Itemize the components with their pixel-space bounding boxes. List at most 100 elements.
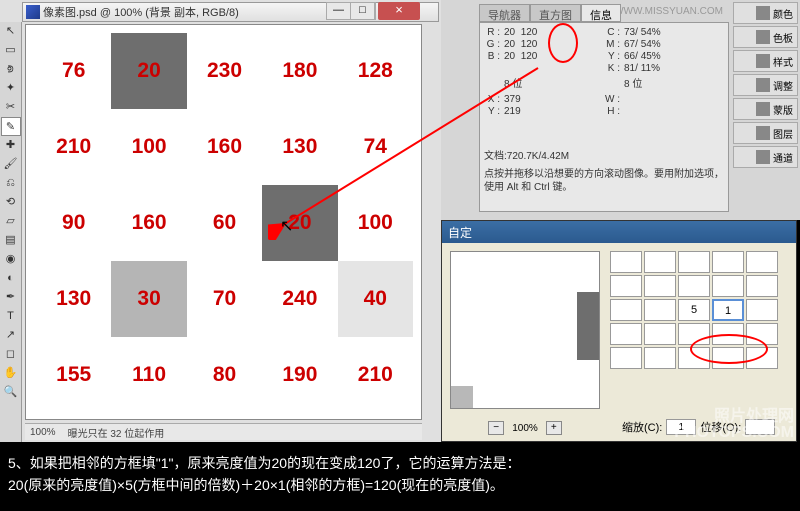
panel-颜色[interactable]: 颜色	[733, 2, 798, 24]
pixel-cell: 40	[338, 261, 413, 337]
marquee-tool[interactable]: ▭	[1, 41, 21, 60]
kernel-cell[interactable]	[712, 275, 744, 297]
info-panel: R :20 120 C :73/ 54% G :20 120 M :67/ 54…	[479, 22, 729, 212]
pixel-cell: 190	[262, 337, 337, 413]
pixel-cell: 230	[187, 33, 262, 109]
panel-图层[interactable]: 图层	[733, 122, 798, 144]
pixel-cell: 60	[187, 185, 262, 261]
filter-preview	[450, 251, 600, 409]
caption: 5、如果把相邻的方框填"1"，原来亮度值为20的现在变成120了，它的运算方法是…	[0, 442, 800, 511]
kernel-cell[interactable]	[678, 347, 710, 369]
heal-tool[interactable]: ✚	[1, 136, 21, 155]
panel-icon	[756, 126, 770, 140]
dodge-tool[interactable]: ◐	[1, 269, 21, 288]
kernel-cell[interactable]	[644, 251, 676, 273]
kernel-cell[interactable]: 5	[678, 299, 710, 321]
panel-色板[interactable]: 色板	[733, 26, 798, 48]
document-title-bar[interactable]: 像素图.psd @ 100% (背景 副本, RGB/8)	[22, 2, 439, 22]
history-brush[interactable]: ⟲	[1, 193, 21, 212]
kernel-cell[interactable]: 1	[712, 299, 744, 321]
doc-size: 文档:720.7K/4.42M	[484, 147, 724, 162]
document-title: 像素图.psd @ 100% (背景 副本, RGB/8)	[43, 4, 239, 20]
gradient-tool[interactable]: ▤	[1, 231, 21, 250]
watermark-bottom: 照片处理网PHOTOPS.COM	[674, 409, 794, 441]
shape-tool[interactable]: ◻	[1, 345, 21, 364]
kernel-cell[interactable]	[746, 275, 778, 297]
kernel-cell[interactable]	[678, 251, 710, 273]
kernel-cell[interactable]	[712, 323, 744, 345]
zoom-level: 100%	[30, 427, 56, 438]
lasso-tool[interactable]: ⟄	[1, 60, 21, 79]
pixel-cell: 110	[111, 337, 186, 413]
panel-icon	[756, 78, 770, 92]
pixel-cell: 180	[262, 33, 337, 109]
pixel-cell: 160	[111, 185, 186, 261]
kernel-matrix: 51	[610, 251, 778, 409]
tab-navigator[interactable]: 导航器	[479, 4, 530, 22]
tab-histogram[interactable]: 直方图	[530, 4, 581, 22]
panel-通道[interactable]: 通道	[733, 146, 798, 168]
kernel-cell[interactable]	[610, 323, 642, 345]
eraser-tool[interactable]: ▱	[1, 212, 21, 231]
pen-tool[interactable]: ✒	[1, 288, 21, 307]
kernel-cell[interactable]	[746, 251, 778, 273]
path-tool[interactable]: ↗	[1, 326, 21, 345]
panel-样式[interactable]: 样式	[733, 50, 798, 72]
pixel-cell: 30	[111, 261, 186, 337]
pixel-cell: 20	[111, 33, 186, 109]
kernel-cell[interactable]	[678, 275, 710, 297]
kernel-cell[interactable]	[712, 347, 744, 369]
kernel-cell[interactable]	[610, 299, 642, 321]
kernel-cell[interactable]	[746, 299, 778, 321]
hand-tool[interactable]: ✋	[1, 364, 21, 383]
panel-icon	[756, 150, 770, 164]
kernel-cell[interactable]	[678, 323, 710, 345]
kernel-cell[interactable]	[610, 347, 642, 369]
pixel-cell: 80	[187, 337, 262, 413]
close-button[interactable]: ×	[378, 2, 420, 20]
pixel-cell: 100	[111, 109, 186, 185]
scale-label: 缩放(C):	[622, 419, 662, 435]
eyedropper-tool[interactable]: ✎	[1, 117, 21, 136]
toolbox: ↖ ▭ ⟄ ✦ ✂ ✎ ✚ 🖌 ⎌ ⟲ ▱ ▤ ◉ ◐ ✒ T ↗ ◻ ✋ 🔍	[0, 22, 22, 442]
preview-zoom-controls: − 100% +	[450, 421, 600, 435]
kernel-cell[interactable]	[644, 275, 676, 297]
kernel-cell[interactable]	[644, 323, 676, 345]
pixel-cell: 240	[262, 261, 337, 337]
stamp-tool[interactable]: ⎌	[1, 174, 21, 193]
caption-line2: 20(原来的亮度值)×5(方框中间的倍数)＋20×1(相邻的方框)=120(现在…	[8, 474, 792, 496]
pixel-cell: 100	[338, 185, 413, 261]
zoom-out-button[interactable]: −	[488, 421, 504, 435]
window-minmax[interactable]: —□	[326, 2, 376, 20]
wand-tool[interactable]: ✦	[1, 79, 21, 98]
pixel-cell: 210	[338, 337, 413, 413]
brush-tool[interactable]: 🖌	[1, 155, 21, 174]
caption-line1: 5、如果把相邻的方框填"1"，原来亮度值为20的现在变成120了，它的运算方法是…	[8, 452, 792, 474]
crop-tool[interactable]: ✂	[1, 98, 21, 117]
pixel-cell: 74	[338, 109, 413, 185]
kernel-cell[interactable]	[644, 347, 676, 369]
kernel-cell[interactable]	[610, 275, 642, 297]
rgb-highlight-circle	[548, 23, 578, 63]
panel-调整[interactable]: 调整	[733, 74, 798, 96]
kernel-cell[interactable]	[644, 299, 676, 321]
kernel-cell[interactable]	[712, 251, 744, 273]
blur-tool[interactable]: ◉	[1, 250, 21, 269]
pixel-cell: 130	[262, 109, 337, 185]
type-tool[interactable]: T	[1, 307, 21, 326]
canvas[interactable]: 7620230180128210100160130749016060201001…	[25, 24, 422, 420]
pixel-cell: 90	[36, 185, 111, 261]
dialog-title[interactable]: 自定	[442, 221, 796, 243]
pixel-grid: 7620230180128210100160130749016060201001…	[36, 33, 413, 413]
kernel-cell[interactable]	[746, 323, 778, 345]
zoom-in-button[interactable]: +	[546, 421, 562, 435]
pixel-cell: 70	[187, 261, 262, 337]
kernel-cell[interactable]	[746, 347, 778, 369]
kernel-cell[interactable]	[610, 251, 642, 273]
move-tool[interactable]: ↖	[1, 22, 21, 41]
zoom-tool[interactable]: 🔍	[1, 383, 21, 402]
status-bar: 100% 曝光只在 32 位起作用	[25, 423, 422, 440]
preview-light-block	[451, 386, 473, 408]
panel-蒙版[interactable]: 蒙版	[733, 98, 798, 120]
tab-info[interactable]: 信息	[581, 4, 621, 22]
